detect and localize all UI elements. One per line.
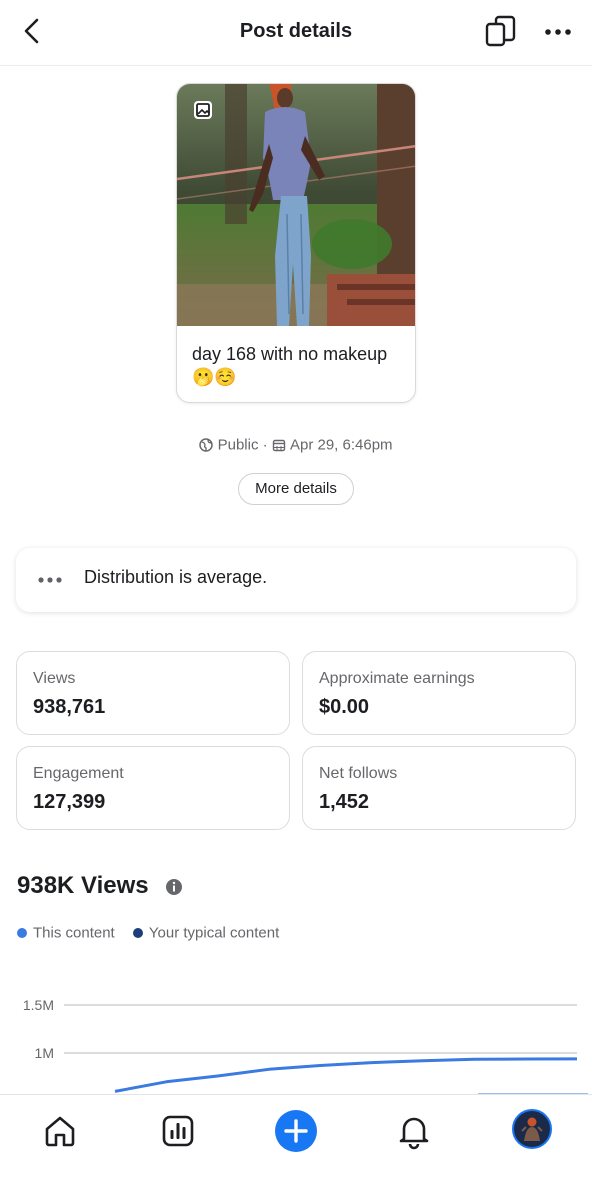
views-chart: 1.5M 1M bbox=[0, 980, 592, 1095]
stat-label: Net follows bbox=[319, 765, 398, 782]
stat-label: Approximate earnings bbox=[319, 670, 475, 687]
meta-separator: · bbox=[262, 436, 268, 454]
legend-dot bbox=[17, 928, 27, 939]
stat-net-follows[interactable]: Net follows 1,452 bbox=[302, 746, 576, 830]
stat-views[interactable]: Views 938,761 bbox=[16, 651, 290, 735]
series-this-content-line bbox=[114, 1057, 578, 1093]
top-bar: Post details bbox=[0, 0, 592, 66]
post-meta: Public · Apr 29, 6:46pm bbox=[0, 436, 592, 454]
stat-value: 127,399 bbox=[33, 791, 106, 813]
stat-value: 938,761 bbox=[33, 696, 106, 718]
photo-icon bbox=[194, 101, 212, 119]
home-icon[interactable] bbox=[40, 1111, 80, 1151]
y-tick-label: 1M bbox=[35, 1045, 54, 1061]
info-icon[interactable] bbox=[165, 878, 183, 896]
views-chart-svg: 1.5M 1M bbox=[23, 997, 588, 1095]
copy-icon[interactable] bbox=[484, 14, 518, 48]
legend-typical-content: Your typical content bbox=[132, 924, 280, 942]
bottom-nav bbox=[0, 1094, 592, 1200]
stat-label: Views bbox=[33, 670, 76, 687]
post-preview-card[interactable]: day 168 with no makeup 🫢☺️ bbox=[176, 83, 416, 403]
chart-legend: This content Your typical content bbox=[17, 924, 293, 942]
avatar[interactable] bbox=[512, 1109, 552, 1149]
more-horizontal-icon[interactable] bbox=[540, 16, 576, 46]
legend-dot bbox=[132, 928, 143, 939]
distribution-text: Distribution is average. bbox=[84, 567, 268, 587]
stat-value: 1,452 bbox=[319, 791, 370, 813]
y-tick-label: 1.5M bbox=[23, 997, 54, 1013]
visibility-label: Public bbox=[217, 436, 259, 454]
legend-this-content: This content bbox=[17, 924, 115, 942]
legend-label: This content bbox=[33, 924, 115, 942]
views-title: 938K Views bbox=[17, 872, 149, 899]
stat-earnings[interactable]: Approximate earnings $0.00 bbox=[302, 651, 576, 735]
stat-label: Engagement bbox=[33, 765, 124, 782]
stat-engagement[interactable]: Engagement 127,399 bbox=[16, 746, 290, 830]
legend-label: Your typical content bbox=[148, 924, 280, 942]
globe-icon bbox=[199, 438, 214, 452]
plus-icon[interactable] bbox=[274, 1109, 318, 1153]
stat-value: $0.00 bbox=[319, 696, 370, 718]
distribution-card: Distribution is average. bbox=[16, 548, 576, 612]
post-caption: day 168 with no makeup 🫢☺️ bbox=[192, 344, 388, 387]
more-details-button[interactable]: More details bbox=[238, 473, 354, 505]
calendar-icon bbox=[272, 439, 286, 452]
more-horizontal-icon bbox=[38, 577, 62, 583]
bar-chart-icon[interactable] bbox=[158, 1111, 198, 1151]
bell-icon[interactable] bbox=[394, 1111, 434, 1151]
post-date: Apr 29, 6:46pm bbox=[289, 436, 393, 454]
post-image bbox=[177, 84, 415, 326]
